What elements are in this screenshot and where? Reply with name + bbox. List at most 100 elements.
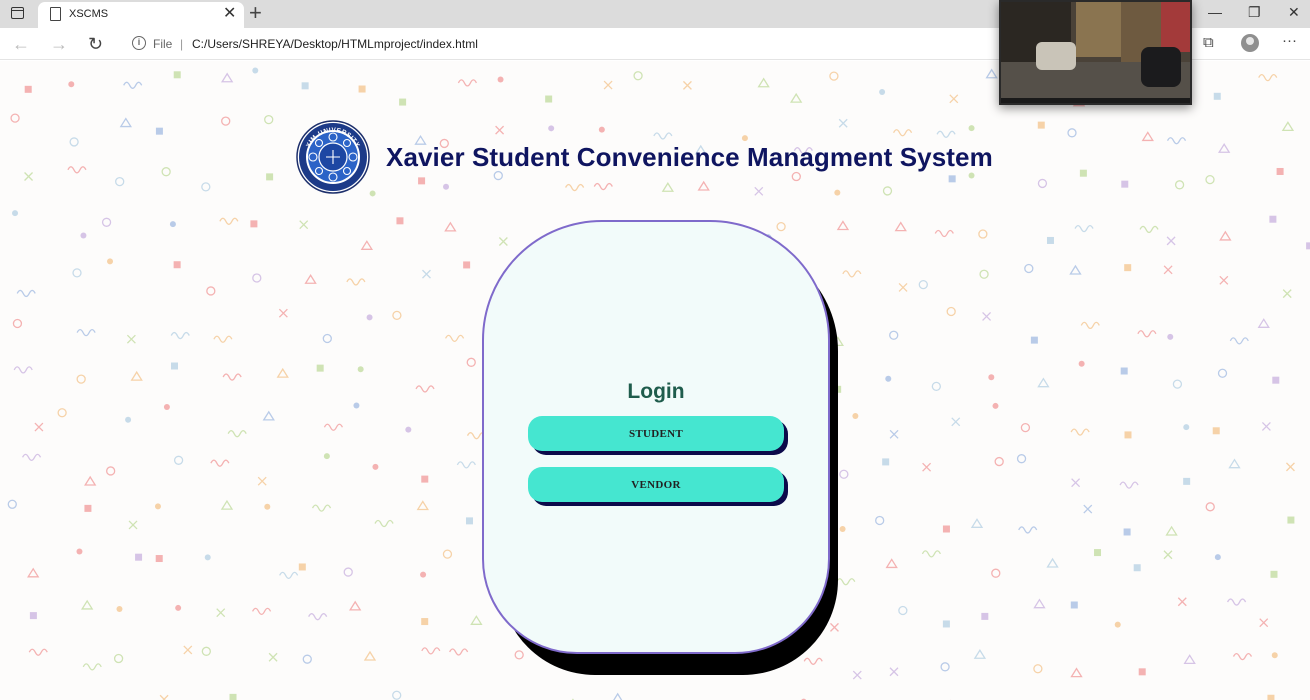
pattern-shape bbox=[227, 430, 247, 438]
pattern-shape bbox=[1141, 131, 1154, 142]
pattern-shape bbox=[84, 504, 92, 512]
pattern-shape bbox=[206, 286, 216, 296]
back-button[interactable]: ← bbox=[12, 33, 30, 55]
more-menu-icon[interactable]: ··· bbox=[1282, 32, 1297, 49]
pattern-shape bbox=[836, 578, 856, 586]
pattern-shape bbox=[498, 237, 508, 246]
pattern-shape bbox=[323, 423, 344, 431]
pattern-shape bbox=[934, 229, 954, 238]
pattern-shape bbox=[1124, 431, 1132, 439]
page-icon bbox=[50, 7, 61, 21]
pattern-shape bbox=[1163, 550, 1173, 560]
pattern-shape bbox=[1226, 598, 1247, 606]
pattern-shape bbox=[1133, 564, 1141, 572]
pattern-shape bbox=[894, 221, 907, 232]
url-text[interactable]: C:/Users/SHREYA/Desktop/HTMLmproject/ind… bbox=[192, 37, 478, 51]
pattern-shape bbox=[940, 662, 950, 672]
pattern-shape bbox=[221, 116, 231, 126]
pattern-shape bbox=[7, 499, 17, 509]
pattern-shape bbox=[399, 98, 407, 106]
picture-in-picture-video[interactable] bbox=[999, 0, 1192, 105]
pattern-shape bbox=[107, 258, 114, 265]
pattern-shape bbox=[12, 318, 23, 329]
pattern-shape bbox=[1020, 422, 1031, 433]
pattern-shape bbox=[1285, 462, 1295, 472]
pattern-shape bbox=[311, 504, 332, 512]
vendor-button-label: VENDOR bbox=[528, 467, 784, 502]
pattern-shape bbox=[268, 652, 278, 662]
pattern-shape bbox=[829, 71, 839, 81]
pattern-shape bbox=[251, 607, 272, 616]
tab-actions-icon[interactable] bbox=[11, 7, 24, 19]
restore-window-button[interactable]: ❐ bbox=[1248, 4, 1261, 21]
url-separator: | bbox=[180, 37, 184, 51]
vendor-login-button[interactable]: VENDOR bbox=[528, 467, 788, 506]
pattern-shape bbox=[445, 334, 465, 342]
pattern-shape bbox=[34, 422, 44, 432]
pattern-shape bbox=[1258, 74, 1278, 82]
close-window-button[interactable]: ✕ bbox=[1288, 4, 1300, 21]
pattern-shape bbox=[1306, 242, 1310, 250]
pattern-shape bbox=[1079, 169, 1087, 177]
pattern-shape bbox=[16, 289, 36, 298]
pattern-shape bbox=[1217, 368, 1228, 378]
pattern-shape bbox=[1037, 377, 1050, 388]
pattern-shape bbox=[10, 113, 20, 123]
pattern-shape bbox=[346, 278, 366, 286]
pattern-shape bbox=[1269, 215, 1277, 223]
pattern-shape bbox=[1276, 167, 1284, 175]
pattern-shape bbox=[154, 503, 161, 510]
pattern-shape bbox=[213, 335, 233, 343]
pattern-shape bbox=[201, 182, 211, 192]
pattern-shape bbox=[1205, 502, 1215, 512]
pattern-shape bbox=[322, 333, 332, 344]
pattern-shape bbox=[13, 366, 33, 374]
pattern-shape bbox=[898, 605, 908, 616]
pattern-shape bbox=[514, 650, 524, 660]
pattern-shape bbox=[57, 408, 67, 418]
pattern-shape bbox=[220, 499, 234, 510]
pattern-shape bbox=[343, 567, 353, 577]
minimize-window-button[interactable]: — bbox=[1208, 4, 1222, 20]
new-tab-button[interactable]: + bbox=[249, 0, 262, 26]
pattern-shape bbox=[1121, 180, 1129, 188]
pattern-shape bbox=[222, 373, 242, 381]
pattern-shape bbox=[161, 167, 171, 177]
close-tab-icon[interactable]: ✕ bbox=[223, 5, 236, 23]
pattern-shape bbox=[279, 571, 299, 580]
pattern-shape bbox=[173, 455, 184, 465]
reload-button[interactable]: ↻ bbox=[88, 33, 103, 55]
student-login-button[interactable]: STUDENT bbox=[528, 416, 788, 455]
pattern-shape bbox=[1137, 330, 1157, 338]
pattern-shape bbox=[839, 469, 849, 479]
collections-icon[interactable]: ⧉ bbox=[1203, 34, 1214, 51]
pattern-shape bbox=[210, 459, 230, 467]
pattern-shape bbox=[875, 515, 885, 526]
profile-avatar[interactable] bbox=[1241, 34, 1259, 52]
pattern-shape bbox=[1172, 379, 1183, 389]
pattern-shape bbox=[116, 605, 123, 612]
pattern-shape bbox=[1070, 601, 1078, 609]
pattern-shape bbox=[421, 475, 429, 483]
pattern-shape bbox=[1257, 318, 1270, 328]
pattern-shape bbox=[72, 268, 82, 278]
pattern-shape bbox=[1229, 337, 1249, 345]
pattern-shape bbox=[449, 648, 469, 656]
pattern-shape bbox=[457, 79, 477, 87]
pattern-shape bbox=[299, 220, 309, 230]
pattern-shape bbox=[1074, 224, 1094, 233]
pattern-shape bbox=[68, 81, 75, 88]
pattern-shape bbox=[323, 453, 330, 460]
pattern-shape bbox=[155, 555, 163, 563]
browser-tab[interactable]: XSCMS ✕ bbox=[38, 2, 244, 28]
pattern-shape bbox=[1046, 236, 1054, 244]
forward-button[interactable]: → bbox=[50, 33, 68, 55]
pattern-shape bbox=[1124, 264, 1132, 272]
pattern-shape bbox=[465, 517, 473, 525]
pattern-shape bbox=[357, 366, 364, 373]
pattern-shape bbox=[1037, 178, 1048, 189]
pattern-shape bbox=[173, 71, 181, 79]
site-info-icon[interactable]: i bbox=[132, 36, 146, 50]
address-bar[interactable]: i File | C:/Users/SHREYA/Desktop/HTMLmpr… bbox=[120, 31, 1020, 57]
pattern-shape bbox=[113, 653, 124, 664]
